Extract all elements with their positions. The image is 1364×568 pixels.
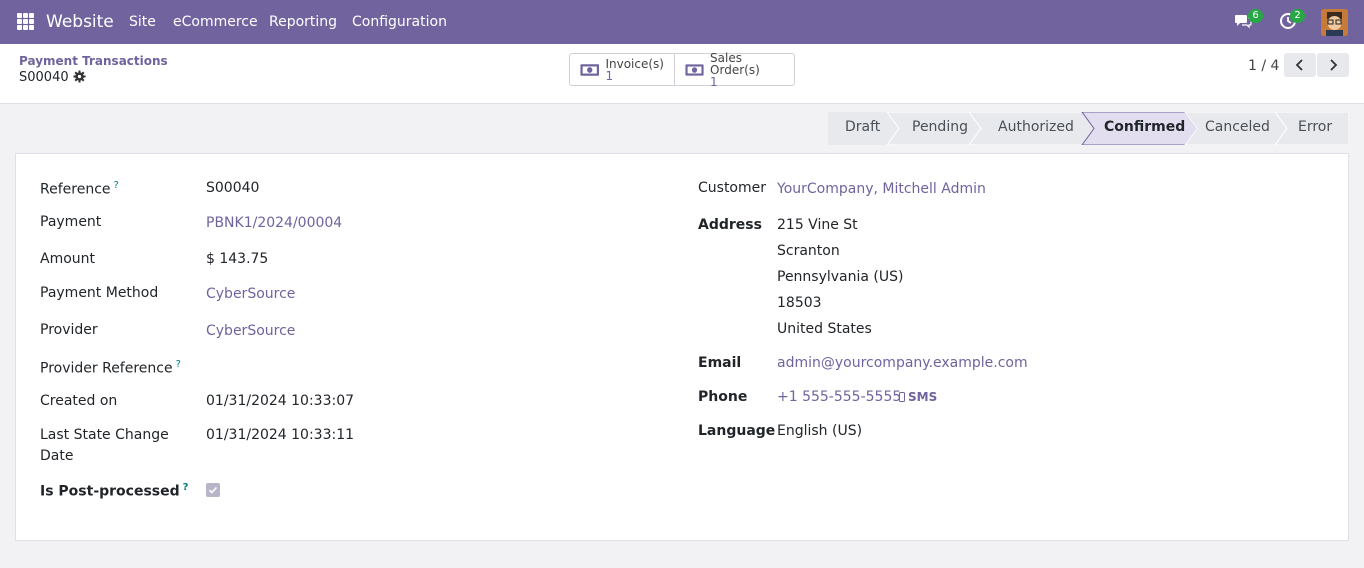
address-zip: 18503: [777, 295, 822, 311]
money-icon: [685, 63, 704, 76]
stage-draft-label: Draft: [845, 119, 881, 135]
provider-label: Provider: [40, 322, 98, 338]
last-state-change-label: Last State Change: [40, 427, 169, 443]
control-panel: Payment Transactions S00040 Invoice(s) 1: [0, 44, 1364, 104]
sms-button[interactable]: SMS: [899, 390, 937, 404]
last-state-change-value: 01/31/2024 10:33:11: [206, 427, 355, 443]
payment-method-link[interactable]: CyberSource: [206, 286, 295, 302]
stage-canceled-label: Canceled: [1205, 119, 1270, 135]
payment-link[interactable]: PBNK1/2024/00004: [206, 215, 342, 231]
phone-link[interactable]: +1 555-555-5555: [777, 389, 901, 405]
top-navbar: Website Site eCommerce Reporting Configu…: [0, 0, 1364, 44]
amount-label: Amount: [40, 251, 96, 267]
amount-value: $ 143.75: [206, 251, 269, 267]
menu-reporting[interactable]: Reporting: [269, 14, 337, 30]
messages-badge: 6: [1248, 9, 1263, 23]
activities-badge: 2: [1290, 9, 1305, 23]
pager-next-button[interactable]: [1317, 53, 1349, 77]
help-icon[interactable]: ?: [183, 482, 189, 493]
invoices-count: 1: [605, 68, 614, 83]
created-on-value: 01/31/2024 10:33:07: [206, 393, 355, 409]
invoices-smart-button[interactable]: Invoice(s) 1: [570, 54, 674, 85]
sales-orders-smart-button[interactable]: Sales Order(s) 1: [674, 50, 794, 89]
address-city: Scranton: [777, 243, 840, 259]
stage-error-label: Error: [1298, 119, 1333, 135]
breadcrumb-payment-transactions[interactable]: Payment Transactions: [19, 54, 168, 68]
last-state-change-label-line2: Date: [40, 448, 74, 464]
app-grid-icon[interactable]: [17, 13, 34, 30]
pager-previous-button[interactable]: [1284, 53, 1316, 77]
menu-configuration[interactable]: Configuration: [352, 14, 447, 30]
stage-confirmed-label: Confirmed: [1104, 119, 1186, 135]
email-link[interactable]: admin@yourcompany.example.com: [777, 355, 1028, 371]
post-processed-label: Is Post-processed?: [40, 482, 189, 500]
check-icon: [208, 486, 218, 494]
app-brand[interactable]: Website: [46, 12, 114, 32]
stage-pending-label: Pending: [912, 119, 968, 135]
created-on-label: Created on: [40, 393, 118, 409]
phone-label: Phone: [698, 389, 748, 405]
chevron-right-icon: [1330, 59, 1338, 71]
help-icon[interactable]: ?: [176, 359, 181, 370]
record-name: S00040: [19, 70, 69, 85]
invoices-label: Invoice(s): [605, 56, 664, 71]
customer-label: Customer: [698, 180, 767, 196]
reference-label: Reference?: [40, 180, 119, 198]
language-label: Language: [698, 423, 776, 439]
address-state: Pennsylvania (US): [777, 269, 904, 285]
reference-value: S00040: [206, 180, 260, 196]
gear-icon[interactable]: [73, 70, 86, 83]
customer-link[interactable]: YourCompany, Mitchell Admin: [777, 181, 986, 197]
post-processed-checkbox: [206, 483, 220, 497]
pager-value[interactable]: 1 / 4: [1248, 58, 1279, 74]
language-value: English (US): [777, 423, 863, 439]
chevron-left-icon: [1295, 59, 1303, 71]
address-label: Address: [698, 217, 762, 233]
menu-ecommerce[interactable]: eCommerce: [173, 14, 258, 30]
money-icon: [580, 63, 600, 76]
help-icon[interactable]: ?: [114, 180, 119, 191]
smart-buttons: Invoice(s) 1 Sales Order(s) 1: [569, 50, 795, 89]
payment-method-label: Payment Method: [40, 285, 159, 301]
address-country: United States: [777, 321, 872, 337]
sales-orders-count: 1: [710, 74, 718, 89]
sales-orders-label: Sales Order(s): [710, 50, 760, 77]
email-label: Email: [698, 355, 742, 371]
mobile-icon: [899, 392, 905, 402]
provider-link[interactable]: CyberSource: [206, 323, 295, 339]
user-avatar[interactable]: [1321, 9, 1348, 36]
status-bar: [828, 112, 1349, 145]
provider-reference-label: Provider Reference?: [40, 359, 181, 377]
stage-authorized-label: Authorized: [998, 119, 1074, 135]
payment-label: Payment: [40, 214, 102, 230]
menu-site[interactable]: Site: [129, 14, 156, 30]
address-street: 215 Vine St: [777, 217, 858, 233]
